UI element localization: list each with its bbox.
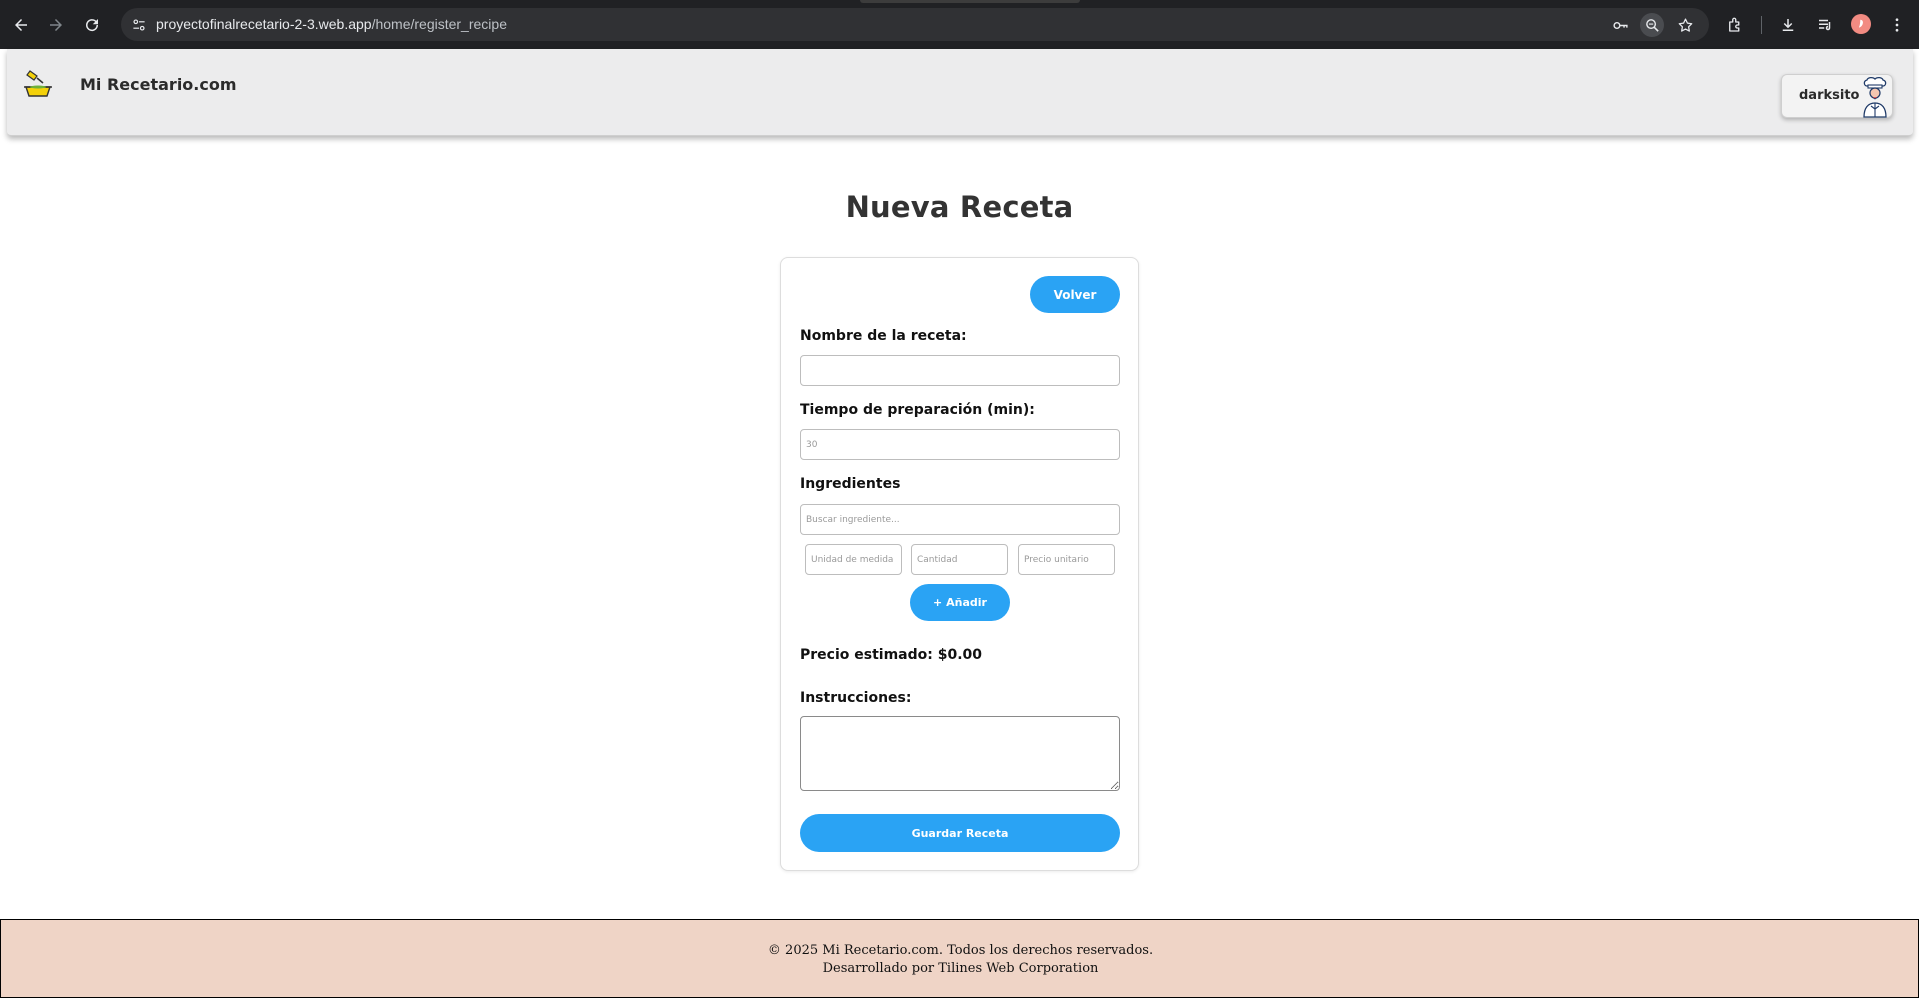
chef-avatar-icon [1859,76,1891,118]
prep-time-label: Tiempo de preparación (min): [800,402,1035,418]
user-profile-button[interactable]: darksito [1781,74,1893,118]
tab-strip [860,0,1080,3]
menu-dots-icon[interactable] [1884,12,1910,38]
add-ingredient-button[interactable]: + Añadir [910,584,1010,621]
toolbar-divider [1761,16,1762,34]
brand-name[interactable]: Mi Recetario.com [80,75,237,94]
recipe-form-card: Volver Nombre de la receta: Tiempo de pr… [780,257,1139,871]
bookmark-star-icon[interactable] [1673,13,1697,37]
page-title: Nueva Receta [845,190,1074,224]
url-text: proyectofinalrecetario-2-3.web.app/home/… [156,16,507,32]
address-bar[interactable]: proyectofinalrecetario-2-3.web.app/home/… [121,8,1709,41]
back-button[interactable]: Volver [1030,276,1120,313]
page-footer: © 2025 Mi Recetario.com. Todos los derec… [0,919,1919,998]
prep-time-input[interactable] [800,429,1120,460]
media-control-icon[interactable] [1812,12,1838,38]
url-domain: proyectofinalrecetario-2-3.web.app [156,16,372,32]
instructions-textarea[interactable] [800,716,1120,791]
save-recipe-button[interactable]: Guardar Receta [800,814,1120,852]
developer-credit: Desarrollado por Tilines Web Corporation [822,961,1099,976]
cooking-pot-logo-icon[interactable] [21,69,55,101]
estimated-price: Precio estimado: $0.00 [800,647,982,663]
back-icon[interactable] [9,13,33,37]
unit-input[interactable] [805,544,902,575]
copyright-text: © 2025 Mi Recetario.com. Todos los derec… [767,943,1154,958]
reload-icon[interactable] [80,13,104,37]
username: darksito [1799,88,1860,103]
zoom-icon[interactable] [1640,13,1664,37]
extensions-icon[interactable] [1722,12,1748,38]
password-key-icon[interactable] [1608,13,1632,37]
quantity-input[interactable] [911,544,1008,575]
app-header: Mi Recetario.com darksito [7,49,1913,136]
instructions-label: Instrucciones: [800,690,912,706]
ingredients-label: Ingredientes [800,476,901,492]
url-path: /home/register_recipe [371,16,507,32]
ingredient-search-input[interactable] [800,504,1120,535]
browser-toolbar: proyectofinalrecetario-2-3.web.app/home/… [0,0,1919,49]
recipe-name-input[interactable] [800,355,1120,386]
recipe-name-label: Nombre de la receta: [800,328,967,344]
profile-avatar[interactable] [1851,14,1871,34]
unit-price-input[interactable] [1018,544,1115,575]
download-icon[interactable] [1775,12,1801,38]
forward-icon[interactable] [44,13,68,37]
site-info-icon[interactable] [129,15,149,35]
